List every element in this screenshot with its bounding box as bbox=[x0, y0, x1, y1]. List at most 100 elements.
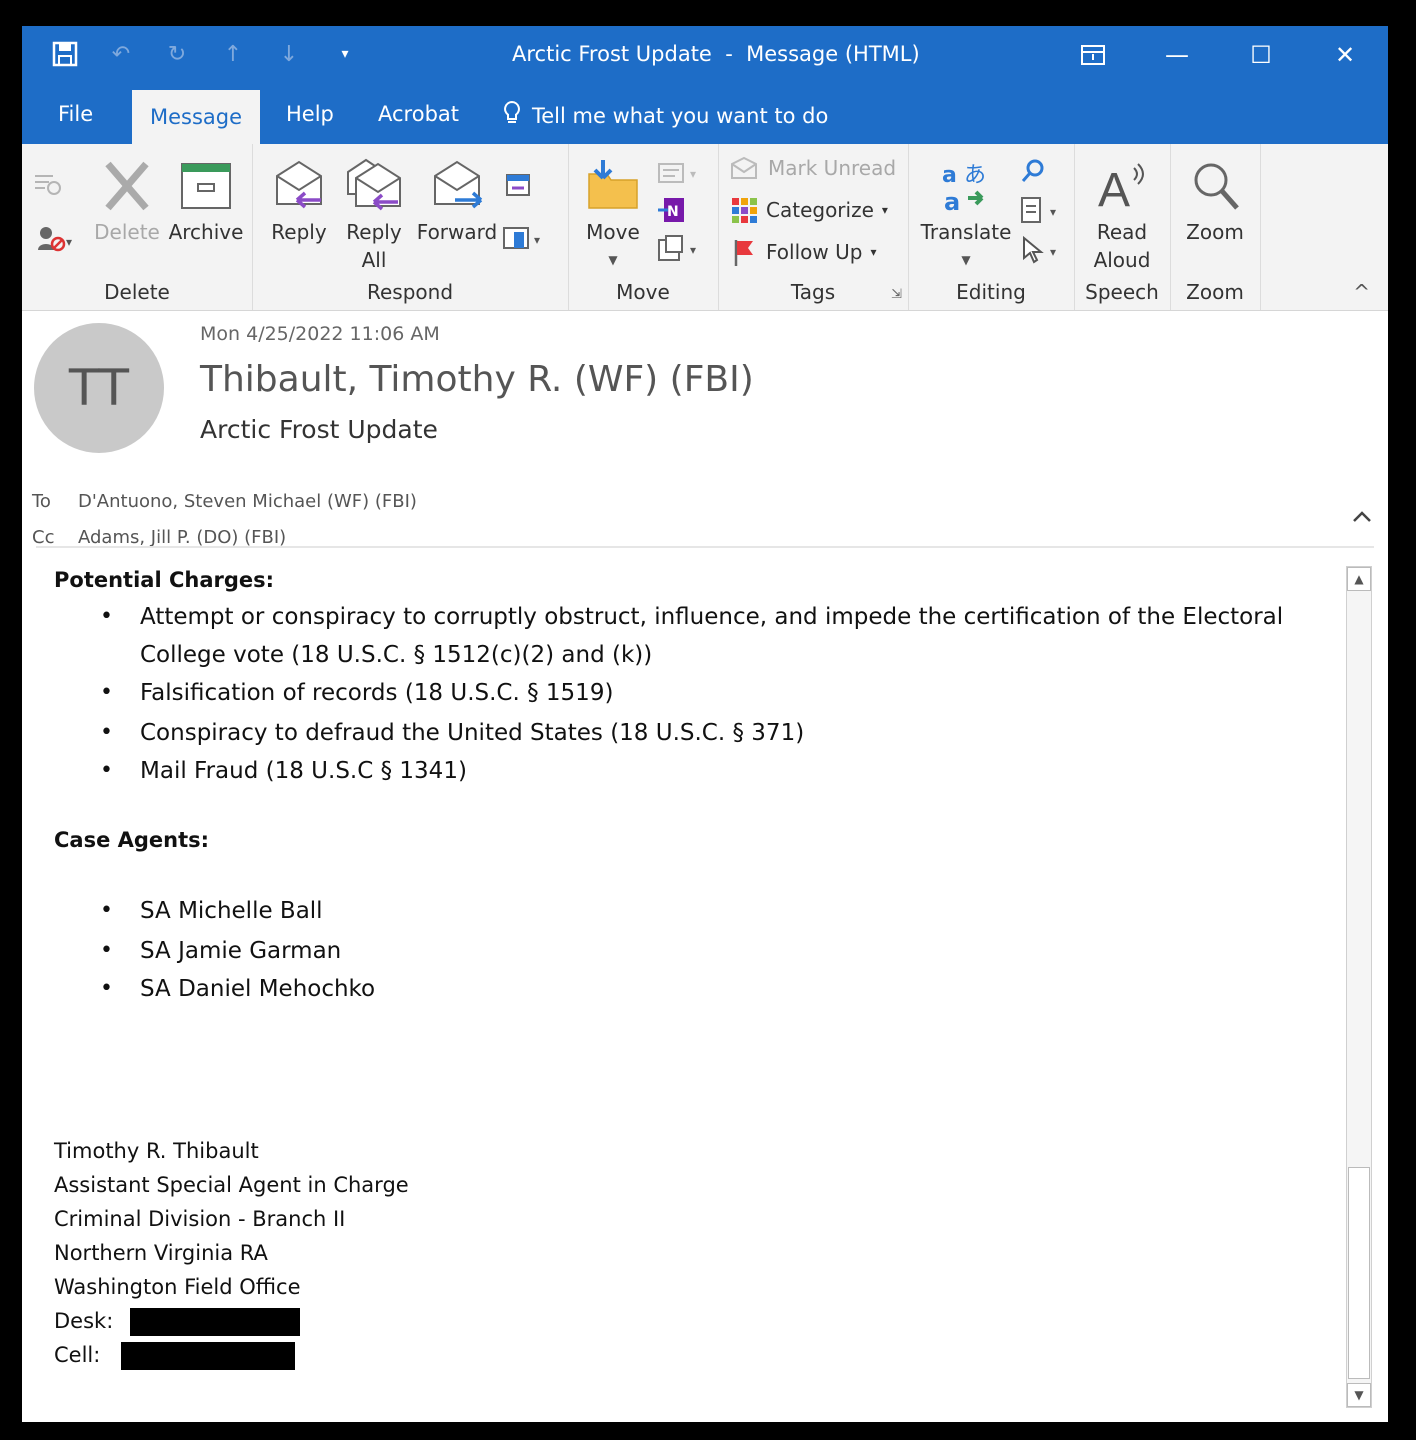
redaction-block bbox=[121, 1342, 296, 1370]
bullet-icon: • bbox=[100, 680, 113, 705]
onenote-icon[interactable]: N bbox=[658, 196, 688, 224]
ribbon: ▾ Delete Archive Delete Reply Reply All bbox=[22, 144, 1388, 311]
signature-office: Northern Virginia RA bbox=[54, 1241, 268, 1265]
maximize-icon[interactable]: ☐ bbox=[1240, 38, 1282, 72]
to-recipient[interactable]: D'Antuono, Steven Michael (WF) (FBI) bbox=[78, 491, 417, 512]
collapse-header-icon[interactable] bbox=[1352, 501, 1372, 529]
list-item: SA Daniel Mehochko bbox=[140, 976, 376, 1002]
tell-me-label: Tell me what you want to do bbox=[532, 103, 829, 128]
window-controls: — ☐ ✕ bbox=[1072, 38, 1366, 72]
flag-icon bbox=[734, 240, 753, 266]
cell-label: Cell: bbox=[54, 1343, 101, 1367]
bullet-icon: • bbox=[100, 938, 113, 963]
signature: Timothy R. Thibault Assistant Special Ag… bbox=[54, 1134, 409, 1372]
agents-heading: Case Agents: bbox=[54, 828, 210, 852]
tab-message[interactable]: Message bbox=[132, 90, 260, 144]
signature-cell: Cell: bbox=[54, 1338, 409, 1372]
archive-label: Archive bbox=[168, 220, 244, 244]
magnifier-icon bbox=[1194, 163, 1239, 210]
close-icon[interactable]: ✕ bbox=[1324, 38, 1366, 72]
ignore-icon[interactable] bbox=[32, 170, 62, 196]
scroll-down-arrow-icon[interactable]: ▼ bbox=[1347, 1383, 1371, 1407]
forward-button[interactable]: Forward bbox=[414, 158, 500, 246]
reply-all-label-2: All bbox=[361, 248, 387, 272]
move-group-label: Move bbox=[616, 280, 670, 304]
categorize-icon bbox=[732, 198, 757, 223]
more-respond-icon[interactable]: ▾ bbox=[502, 224, 546, 252]
delete-group: ▾ Delete Archive Delete bbox=[22, 144, 253, 310]
collapse-ribbon-icon[interactable]: ^ bbox=[1353, 280, 1370, 304]
delete-x-icon bbox=[105, 161, 149, 211]
categorize-label: Categorize bbox=[766, 198, 874, 222]
move-group: Move ▼ ▾ N ▾ Move bbox=[568, 144, 719, 310]
zoom-label: Zoom bbox=[1186, 220, 1244, 244]
undo-icon[interactable]: ↶ bbox=[108, 40, 134, 68]
forward-icon bbox=[434, 160, 483, 209]
archive-button[interactable]: Archive bbox=[166, 158, 246, 246]
svg-text:A: A bbox=[1098, 164, 1130, 214]
vertical-scrollbar[interactable]: ▲ ▼ bbox=[1346, 566, 1372, 1408]
rules-icon[interactable]: ▾ bbox=[656, 160, 702, 186]
tab-acrobat[interactable]: Acrobat bbox=[378, 102, 459, 126]
cc-recipient[interactable]: Adams, Jill P. (DO) (FBI) bbox=[78, 527, 286, 548]
list-item: Attempt or conspiracy to corruptly obstr… bbox=[140, 604, 1284, 668]
move-dropdown-icon: ▼ bbox=[608, 253, 618, 267]
junk-icon[interactable]: ▾ bbox=[36, 224, 76, 252]
minimize-icon[interactable]: — bbox=[1156, 38, 1198, 72]
bullet-icon: • bbox=[100, 604, 113, 629]
bullet-icon: • bbox=[100, 720, 113, 745]
up-arrow-icon[interactable]: ↑ bbox=[220, 40, 246, 68]
follow-up-dropdown-icon: ▾ bbox=[870, 245, 877, 259]
list-item: Conspiracy to defraud the United States … bbox=[140, 720, 805, 746]
follow-up-button[interactable]: Follow Up ▾ bbox=[730, 238, 876, 266]
mark-unread-button[interactable]: Mark Unread bbox=[730, 156, 896, 180]
delete-button[interactable]: Delete bbox=[92, 158, 162, 246]
tags-dialog-launcher-icon[interactable]: ⇲ bbox=[891, 287, 902, 302]
save-icon[interactable] bbox=[52, 40, 78, 68]
editing-group-label: Editing bbox=[956, 280, 1026, 304]
tab-file[interactable]: File bbox=[58, 102, 93, 126]
select-cursor-icon[interactable]: ▾ bbox=[1020, 236, 1064, 264]
respond-group: Reply Reply All Forward ▾ Respond bbox=[252, 144, 569, 310]
editing-group: aあa Translate ▼ ▾ ▾ Editing bbox=[908, 144, 1075, 310]
svg-text:▾: ▾ bbox=[690, 243, 696, 257]
respond-group-label: Respond bbox=[366, 280, 454, 304]
lightbulb-icon bbox=[502, 100, 522, 131]
related-icon[interactable]: ▾ bbox=[1018, 196, 1064, 224]
zoom-button[interactable]: Zoom bbox=[1176, 158, 1254, 246]
tab-help[interactable]: Help bbox=[286, 102, 334, 126]
scroll-thumb[interactable] bbox=[1348, 1167, 1370, 1379]
bullet-icon: • bbox=[100, 758, 113, 783]
translate-dropdown-icon: ▼ bbox=[961, 253, 971, 267]
redo-icon[interactable]: ↻ bbox=[164, 40, 190, 68]
reply-button[interactable]: Reply bbox=[264, 158, 334, 246]
window-title: Arctic Frost Update - Message (HTML) bbox=[512, 42, 920, 66]
to-label: To bbox=[32, 491, 51, 512]
read-aloud-button[interactable]: A Read Aloud bbox=[1084, 158, 1160, 274]
ribbon-display-options-icon[interactable] bbox=[1072, 38, 1114, 72]
avatar[interactable]: TT bbox=[34, 323, 164, 453]
sent-date: Mon 4/25/2022 11:06 AM bbox=[200, 323, 440, 345]
tell-me-search[interactable]: Tell me what you want to do bbox=[502, 100, 828, 131]
ribbon-tabs: File Message Help Acrobat Tell me what y… bbox=[22, 88, 1388, 144]
svg-text:▾: ▾ bbox=[534, 233, 540, 247]
outlook-message-window: ↶ ↻ ↑ ↓ ▾ Arctic Frost Update - Message … bbox=[22, 26, 1388, 1422]
signature-division: Criminal Division - Branch II bbox=[54, 1207, 346, 1231]
meeting-reply-icon[interactable] bbox=[504, 172, 534, 200]
svg-text:あ: あ bbox=[964, 163, 986, 188]
actions-icon[interactable]: ▾ bbox=[656, 234, 702, 262]
move-button[interactable]: Move ▼ bbox=[578, 158, 648, 274]
sender-name[interactable]: Thibault, Timothy R. (WF) (FBI) bbox=[200, 359, 754, 400]
down-arrow-icon[interactable]: ↓ bbox=[276, 40, 302, 68]
move-label: Move bbox=[586, 220, 640, 244]
read-aloud-label-1: Read bbox=[1096, 220, 1148, 244]
translate-button[interactable]: aあa Translate ▼ bbox=[918, 158, 1014, 274]
signature-title: Assistant Special Agent in Charge bbox=[54, 1173, 409, 1197]
reply-all-button[interactable]: Reply All bbox=[338, 158, 410, 274]
scroll-up-arrow-icon[interactable]: ▲ bbox=[1347, 567, 1371, 591]
find-icon[interactable] bbox=[1020, 158, 1046, 184]
categorize-button[interactable]: Categorize ▾ bbox=[730, 196, 888, 224]
customize-toolbar-icon[interactable]: ▾ bbox=[332, 40, 358, 68]
svg-text:N: N bbox=[667, 204, 679, 220]
title-bar: ↶ ↻ ↑ ↓ ▾ Arctic Frost Update - Message … bbox=[22, 26, 1388, 88]
